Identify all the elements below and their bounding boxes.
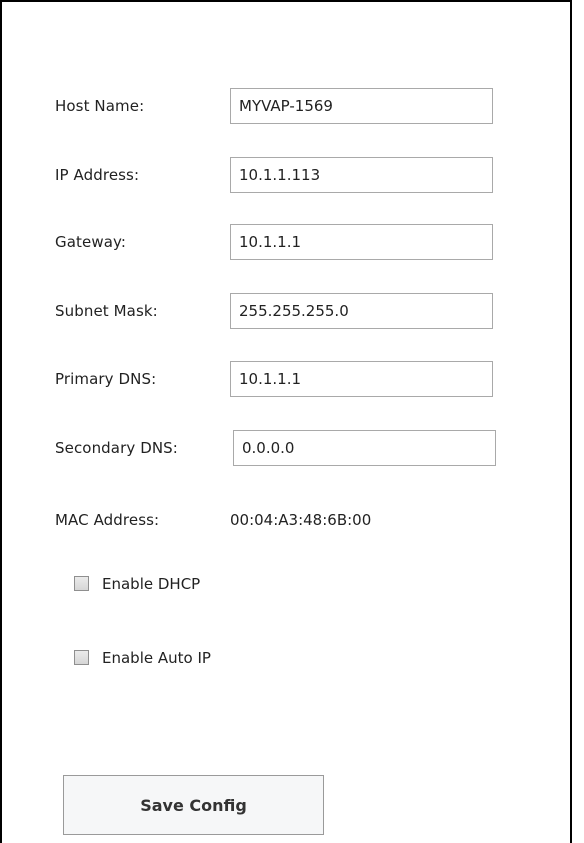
enable-dhcp-checkbox[interactable]: [74, 576, 89, 591]
secondary-dns-row: Secondary DNS:: [55, 430, 535, 466]
host-name-label: Host Name:: [55, 97, 145, 115]
mac-address-label: MAC Address:: [55, 511, 160, 529]
host-name-row: Host Name:: [55, 88, 535, 124]
subnet-mask-label: Subnet Mask:: [55, 302, 158, 320]
enable-dhcp-row[interactable]: Enable DHCP: [74, 573, 374, 597]
enable-dhcp-label[interactable]: Enable DHCP: [102, 573, 200, 595]
secondary-dns-input[interactable]: [233, 430, 496, 466]
enable-auto-ip-checkbox[interactable]: [74, 650, 89, 665]
host-name-input[interactable]: [230, 88, 493, 124]
gateway-row: Gateway:: [55, 224, 535, 260]
primary-dns-label: Primary DNS:: [55, 370, 157, 388]
ip-address-input[interactable]: [230, 157, 493, 193]
gateway-label: Gateway:: [55, 233, 127, 251]
primary-dns-input[interactable]: [230, 361, 493, 397]
subnet-mask-input[interactable]: [230, 293, 493, 329]
mac-address-row: MAC Address: 00:04:A3:48:6B:00: [55, 502, 535, 538]
gateway-input[interactable]: [230, 224, 493, 260]
network-config-panel: Host Name: IP Address: Gateway: Subnet M…: [0, 0, 572, 843]
primary-dns-row: Primary DNS:: [55, 361, 535, 397]
ip-address-label: IP Address:: [55, 166, 140, 184]
subnet-mask-row: Subnet Mask:: [55, 293, 535, 329]
ip-address-row: IP Address:: [55, 157, 535, 193]
secondary-dns-label: Secondary DNS:: [55, 439, 178, 457]
enable-auto-ip-row[interactable]: Enable Auto IP: [74, 647, 374, 671]
mac-address-value: 00:04:A3:48:6B:00: [230, 511, 372, 529]
enable-auto-ip-label[interactable]: Enable Auto IP: [102, 647, 211, 669]
save-config-button[interactable]: Save Config: [63, 775, 324, 835]
